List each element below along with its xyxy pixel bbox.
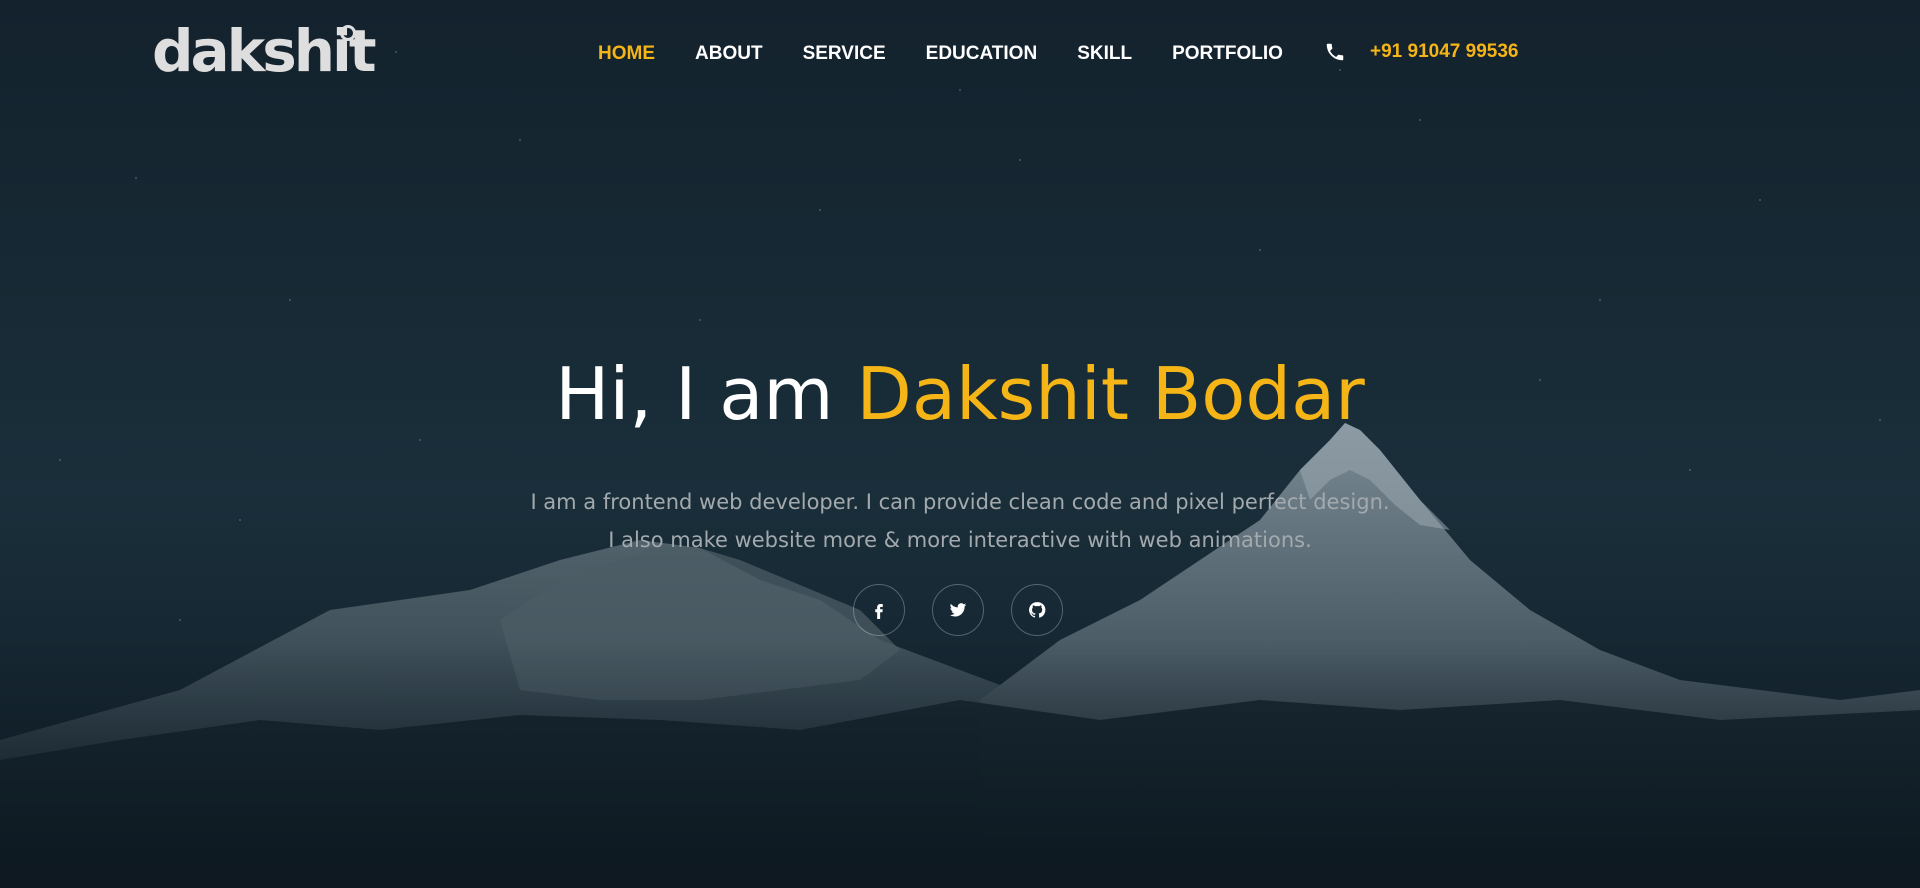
twitter-button[interactable]	[932, 584, 984, 636]
nav-item-service[interactable]: SERVICE	[803, 43, 886, 65]
facebook-icon	[875, 604, 883, 619]
github-icon	[1029, 602, 1046, 618]
nav-item-about[interactable]: ABOUT	[695, 43, 763, 65]
facebook-button[interactable]	[853, 584, 905, 636]
hero-description-line-2: I also make website more & more interact…	[608, 528, 1312, 552]
logo[interactable]: dakshit	[152, 22, 377, 80]
main-menu: HOME ABOUT SERVICE EDUCATION SKILL PORTF…	[598, 43, 1323, 65]
nav-item-home[interactable]: HOME	[598, 43, 655, 65]
phone-number[interactable]: +91 91047 99536	[1370, 41, 1518, 63]
hero-headline: Hi, I am Dakshit Bodar	[0, 358, 1920, 430]
logo-dot	[339, 25, 356, 41]
hero-description-line-1: I am a frontend web developer. I can pro…	[530, 490, 1390, 514]
phone-contact[interactable]: +91 91047 99536	[1324, 41, 1518, 63]
hero-greeting: Hi, I am	[555, 352, 857, 436]
mountain-background	[0, 51, 1920, 888]
twitter-icon	[949, 603, 967, 617]
hero-name: Dakshit Bodar	[856, 352, 1365, 436]
hero-description: I am a frontend web developer. I can pro…	[0, 483, 1920, 559]
logo-text: dakshit	[152, 17, 377, 85]
social-links	[853, 584, 1090, 636]
hero-section: dakshit HOME ABOUT SERVICE EDUCATION SKI…	[0, 0, 1920, 888]
nav-item-portfolio[interactable]: PORTFOLIO	[1172, 43, 1283, 65]
nav-item-education[interactable]: EDUCATION	[926, 43, 1038, 65]
nav-item-skill[interactable]: SKILL	[1077, 43, 1132, 65]
phone-icon	[1326, 43, 1344, 61]
top-navbar: dakshit HOME ABOUT SERVICE EDUCATION SKI…	[0, 0, 1920, 110]
github-button[interactable]	[1011, 584, 1063, 636]
